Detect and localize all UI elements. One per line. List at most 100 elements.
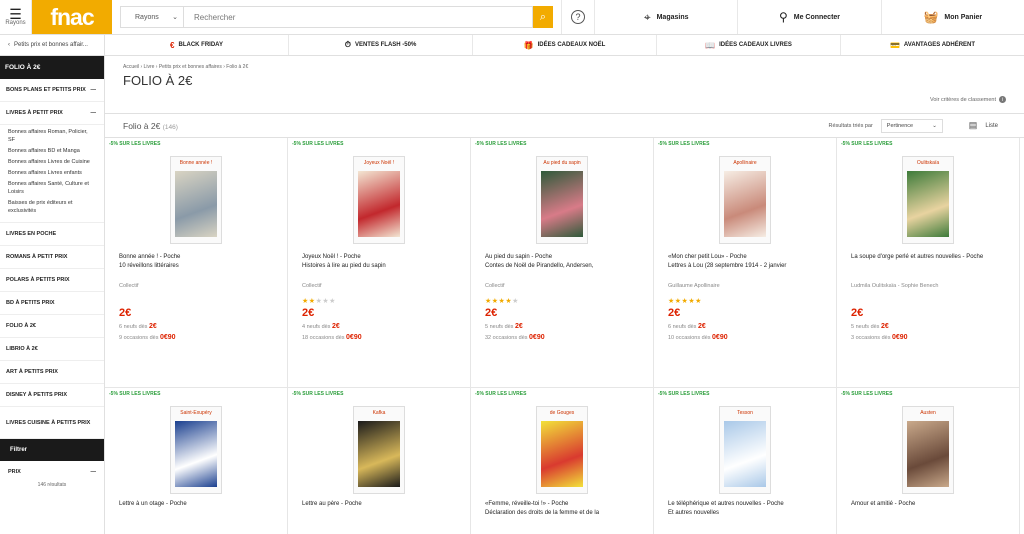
sidebar-item-livres-petit-prix[interactable]: LIVRES À PETIT PRIX — xyxy=(0,102,104,125)
product-name[interactable]: «Mon cher petit Lou» - Poche Lettres à L… xyxy=(668,253,828,279)
book-cover[interactable]: Apollinaire xyxy=(719,156,771,244)
category-select[interactable]: Rayons ⌄ xyxy=(120,6,183,28)
promo-black-friday[interactable]: € BLACK FRIDAY xyxy=(105,35,289,55)
rating-stars: ★★★★★ xyxy=(668,298,702,305)
sidebar-item[interactable]: FOLIO À 2€ xyxy=(0,315,104,338)
used-offers-price: 0€90 xyxy=(712,334,728,341)
sidebar-subitem[interactable]: Bonnes affaires BD et Manga xyxy=(8,147,96,155)
sidebar-item[interactable]: DISNEY À PETITS PRIX xyxy=(0,384,104,407)
product-name[interactable]: Lettre à un otage - Poche xyxy=(119,500,279,526)
sidebar-item[interactable]: POLARS À PETITS PRIX xyxy=(0,269,104,292)
book-cover[interactable]: Saint-Exupéry xyxy=(170,406,222,494)
product-card[interactable]: -5% SUR LES LIVRES Bonne année ! Bonne ann… xyxy=(105,138,288,388)
new-offers[interactable]: 6 neufs dès 2€ xyxy=(668,323,828,330)
cover-art xyxy=(907,171,949,237)
sidebar-subitem[interactable]: Baisses de prix éditeurs et exclusivités xyxy=(8,199,96,215)
sidebar-item[interactable]: BD À PETITS PRIX xyxy=(0,292,104,315)
breadcrumb[interactable]: Accueil › Livre › Petits prix et bonnes … xyxy=(105,56,1024,70)
sidebar-item[interactable]: LIVRES EN POCHE xyxy=(0,223,104,246)
promo-cadeaux-livres[interactable]: 📖 IDÉES CADEAUX LIVRES xyxy=(657,35,841,55)
product-name[interactable]: La soupe d'orge perlé et autres nouvelle… xyxy=(851,253,1011,279)
product-author[interactable]: Collectif xyxy=(485,283,645,297)
view-toggle[interactable]: ▤ Liste xyxy=(969,120,998,131)
back-label: Petits prix et bonnes affair... xyxy=(14,42,88,48)
product-author[interactable]: Collectif xyxy=(119,283,279,297)
sidebar-subitem[interactable]: Bonnes affaires Livres de Cuisine xyxy=(8,158,96,166)
book-cover[interactable]: Austen xyxy=(902,406,954,494)
promo-tag: -5% SUR LES LIVRES xyxy=(292,141,344,147)
cover-art xyxy=(541,171,583,237)
new-offers[interactable]: 4 neufs dès 2€ xyxy=(302,323,462,330)
question-icon: ? xyxy=(571,10,585,24)
product-name[interactable]: Bonne année ! - Poche 10 réveillons litt… xyxy=(119,253,279,279)
new-offers[interactable]: 5 neufs dès 2€ xyxy=(485,323,645,330)
product-card[interactable]: -5% SUR LES LIVRES Saint-Exupéry Lettre à … xyxy=(105,388,288,534)
fnac-logo[interactable]: fnac xyxy=(32,0,112,34)
back-link[interactable]: ‹ Petits prix et bonnes affair... xyxy=(0,35,105,55)
promo-avantages[interactable]: 💳 AVANTAGES ADHÉRENT xyxy=(841,35,1024,55)
promo-tag: -5% SUR LES LIVRES xyxy=(475,391,527,397)
product-name[interactable]: Au pied du sapin - Poche Contes de Noël … xyxy=(485,253,645,279)
sidebar-subitem[interactable]: Bonnes affaires Roman, Policier, SF xyxy=(8,128,96,144)
criteria-link[interactable]: Voir critères de classement i xyxy=(930,96,1006,103)
book-cover[interactable]: Au pied du sapin xyxy=(536,156,588,244)
product-author[interactable]: Guillaume Apollinaire xyxy=(668,283,828,297)
sidebar-current[interactable]: FOLIO À 2€ xyxy=(0,56,104,79)
product-author[interactable]: Collectif xyxy=(302,283,462,297)
search-input[interactable]: Rechercher xyxy=(183,6,533,28)
menu-button[interactable]: ☰ Rayons xyxy=(0,0,32,34)
menu-label: Rayons xyxy=(5,20,26,26)
book-cover[interactable]: Tesson xyxy=(719,406,771,494)
product-card[interactable]: -5% SUR LES LIVRES Kafka Lettre au père - … xyxy=(288,388,471,534)
used-offers[interactable]: 18 occasions dès 0€90 xyxy=(302,334,462,341)
product-name[interactable]: Joyeux Noël ! - Poche Histoires à lire a… xyxy=(302,253,462,279)
sidebar-item[interactable]: ROMANS À PETIT PRIX xyxy=(0,246,104,269)
new-offers[interactable]: 5 neufs dès 2€ xyxy=(851,323,1011,330)
sidebar-item-bons-plans[interactable]: BONS PLANS ET PETITS PRIX — xyxy=(0,79,104,102)
product-name[interactable]: Amour et amitié - Poche xyxy=(851,500,1011,526)
sidebar-sublist: Bonnes affaires Roman, Policier, SF Bonn… xyxy=(0,125,104,223)
book-cover[interactable]: de Gouges xyxy=(536,406,588,494)
product-card[interactable]: -5% SUR LES LIVRES Oulitskaïa La soupe d'o… xyxy=(837,138,1020,388)
stores-button[interactable]: ⌖ Magasins xyxy=(595,0,739,34)
book-cover[interactable]: Joyeux Noël ! xyxy=(353,156,405,244)
product-author[interactable]: Ludmila Oulitskaïa - Sophie Benech xyxy=(851,283,1011,297)
product-card[interactable]: -5% SUR LES LIVRES Tesson Le téléphérique … xyxy=(654,388,837,534)
used-offers[interactable]: 3 occasions dès 0€90 xyxy=(851,334,1011,341)
product-card[interactable]: -5% SUR LES LIVRES de Gouges «Femme, révei… xyxy=(471,388,654,534)
login-label: Me Connecter xyxy=(793,13,841,21)
sort-dropdown[interactable]: Pertinence ⌄ xyxy=(880,118,943,133)
cover-title: de Gouges xyxy=(549,410,575,416)
sidebar-subitem[interactable]: Bonnes affaires Santé, Culture et Loisir… xyxy=(8,180,96,196)
promo-cadeaux-noel[interactable]: 🎁 IDÉES CADEAUX NOËL xyxy=(473,35,657,55)
used-offers[interactable]: 32 occasions dès 0€90 xyxy=(485,334,645,341)
stopwatch-icon: ⏱ xyxy=(344,40,351,49)
help-button[interactable]: ? xyxy=(562,0,595,34)
sort-value: Pertinence xyxy=(886,122,914,129)
cart-button[interactable]: 🧺 Mon Panier xyxy=(882,0,1024,34)
new-offers-text: 6 neufs dès xyxy=(119,324,148,330)
sidebar-item[interactable]: LIBRIO À 2€ xyxy=(0,338,104,361)
product-card[interactable]: -5% SUR LES LIVRES Au pied du sapin Au pie… xyxy=(471,138,654,388)
sidebar-item-label: LIVRES À PETIT PRIX xyxy=(6,110,63,116)
product-name[interactable]: Lettre au père - Poche xyxy=(302,500,462,526)
product-name[interactable]: Le téléphérique et autres nouvelles - Po… xyxy=(668,500,828,526)
login-button[interactable]: ⚲ Me Connecter xyxy=(738,0,882,34)
sidebar-item[interactable]: LIVRES CUISINE À PETITS PRIX xyxy=(0,407,104,439)
product-card[interactable]: -5% SUR LES LIVRES Joyeux Noël ! Joyeux No… xyxy=(288,138,471,388)
product-card[interactable]: -5% SUR LES LIVRES Apollinaire «Mon cher p… xyxy=(654,138,837,388)
book-cover[interactable]: Oulitskaïa xyxy=(902,156,954,244)
search-icon[interactable]: ⌕ xyxy=(533,6,553,28)
new-offers[interactable]: 6 neufs dès 2€ xyxy=(119,323,279,330)
book-cover[interactable]: Kafka xyxy=(353,406,405,494)
book-cover[interactable]: Bonne année ! xyxy=(170,156,222,244)
rating-stars xyxy=(119,297,279,306)
product-card[interactable]: -5% SUR LES LIVRES Austen Amour et amitié … xyxy=(837,388,1020,534)
used-offers[interactable]: 9 occasions dès 0€90 xyxy=(119,334,279,341)
product-name[interactable]: «Femme, réveille-toi !» - Poche Déclarat… xyxy=(485,500,645,526)
promo-ventes-flash[interactable]: ⏱ VENTES FLASH -50% xyxy=(289,35,473,55)
sidebar-subitem[interactable]: Bonnes affaires Livres enfants xyxy=(8,169,96,177)
price-filter[interactable]: PRIX — xyxy=(0,461,104,475)
used-offers[interactable]: 10 occasions dès 0€90 xyxy=(668,334,828,341)
sidebar-item[interactable]: ART À PETITS PRIX xyxy=(0,361,104,384)
